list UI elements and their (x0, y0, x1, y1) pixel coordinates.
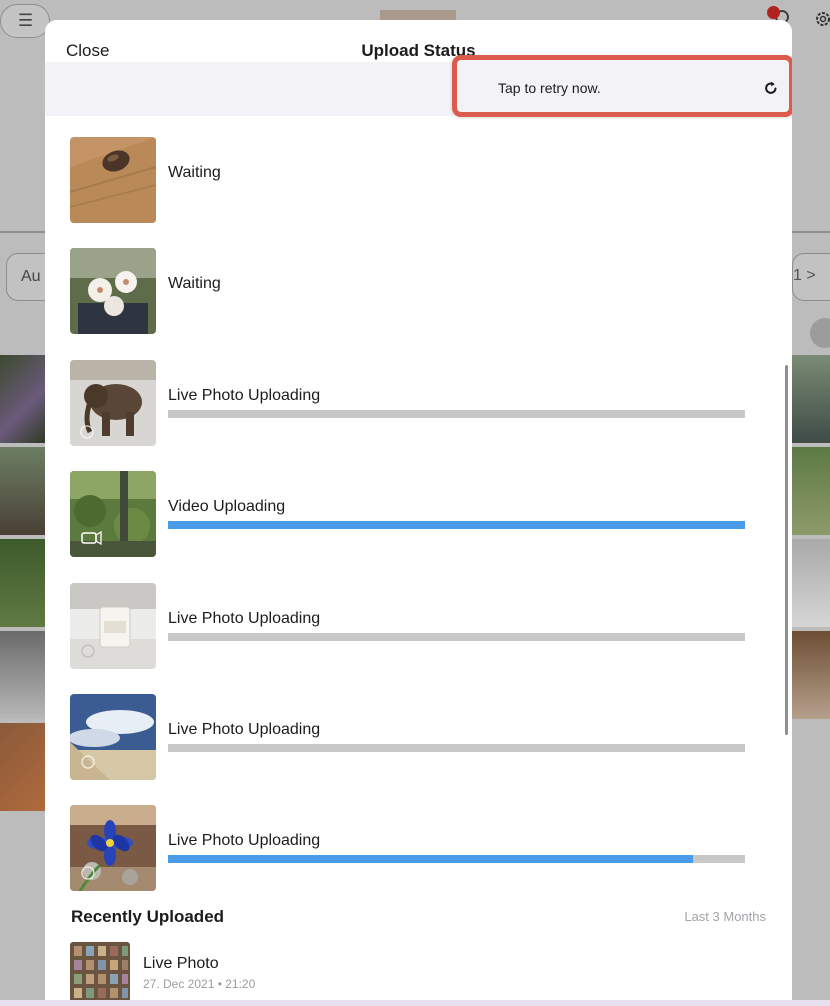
bottom-strip (0, 1000, 830, 1006)
upload-progress-bar (168, 744, 745, 752)
background-photo-tile (0, 631, 45, 719)
filter-pill-label: Au (21, 268, 41, 285)
upload-progress-bar (168, 521, 745, 529)
photo-thumbnail (70, 360, 156, 446)
upload-item: Live Photo Uploading (70, 360, 760, 446)
background-photo-tile (792, 539, 830, 627)
recent-item-title: Live Photo (143, 955, 219, 972)
upload-item: Live Photo Uploading (70, 805, 760, 891)
background-avatar (810, 318, 830, 348)
gear-icon[interactable] (812, 8, 830, 30)
retry-label[interactable]: Tap to retry now. (498, 80, 601, 96)
photo-thumbnail (70, 942, 130, 1002)
video-thumbnail (70, 471, 156, 557)
upload-item: Live Photo Uploading (70, 694, 760, 780)
scrollbar[interactable] (785, 365, 788, 735)
section-range-label[interactable]: Last 3 Months (684, 909, 766, 924)
background-photo-tile (0, 447, 45, 535)
upload-progress-fill (168, 521, 745, 529)
upload-item: Video Uploading (70, 471, 760, 557)
photo-thumbnail (70, 248, 156, 334)
upload-status-label: Live Photo Uploading (168, 721, 321, 738)
upload-status-label: Live Photo Uploading (168, 387, 321, 404)
upload-item: Waiting (70, 137, 760, 223)
recent-upload-item[interactable]: Live Photo 27. Dec 2021 • 21:20 (70, 942, 760, 1002)
background-photo-tile (0, 355, 45, 443)
background-photo-tile (792, 631, 830, 719)
section-title: Recently Uploaded (71, 907, 225, 926)
background-photo-tile (792, 447, 830, 535)
upload-progress-bar (168, 855, 745, 863)
upload-status-label: Live Photo Uploading (168, 832, 321, 849)
photo-thumbnail (70, 583, 156, 669)
upload-progress-bar (168, 410, 745, 418)
recent-item-date: 27. Dec 2021 • 21:20 (143, 977, 256, 991)
upload-status-label: Video Uploading (168, 498, 286, 515)
background-photo-tile (0, 723, 45, 811)
upload-item: Live Photo Uploading (70, 583, 760, 669)
photo-thumbnail (70, 805, 156, 891)
menu-icon: ☰ (17, 11, 33, 30)
background-photo-tile (0, 539, 45, 627)
background-photo-tile (792, 355, 830, 443)
upload-status-label: Waiting (168, 164, 221, 181)
notification-dot (767, 6, 780, 19)
upload-progress-bar (168, 633, 745, 641)
menu-button[interactable]: ☰ (0, 4, 50, 38)
filter-pill-right[interactable]: 1 > (792, 253, 830, 301)
refresh-icon[interactable] (763, 80, 779, 96)
upload-status-label: Waiting (168, 275, 221, 292)
upload-progress-fill (168, 855, 694, 863)
upload-status-label: Live Photo Uploading (168, 610, 321, 627)
upload-status-sheet: Close Upload Status Tap to retry now. Wa… (45, 20, 792, 1006)
filter-pill-right-label: 1 > (793, 267, 816, 284)
photo-thumbnail (70, 137, 156, 223)
photo-thumbnail (70, 694, 156, 780)
upload-item: Waiting (70, 248, 760, 334)
